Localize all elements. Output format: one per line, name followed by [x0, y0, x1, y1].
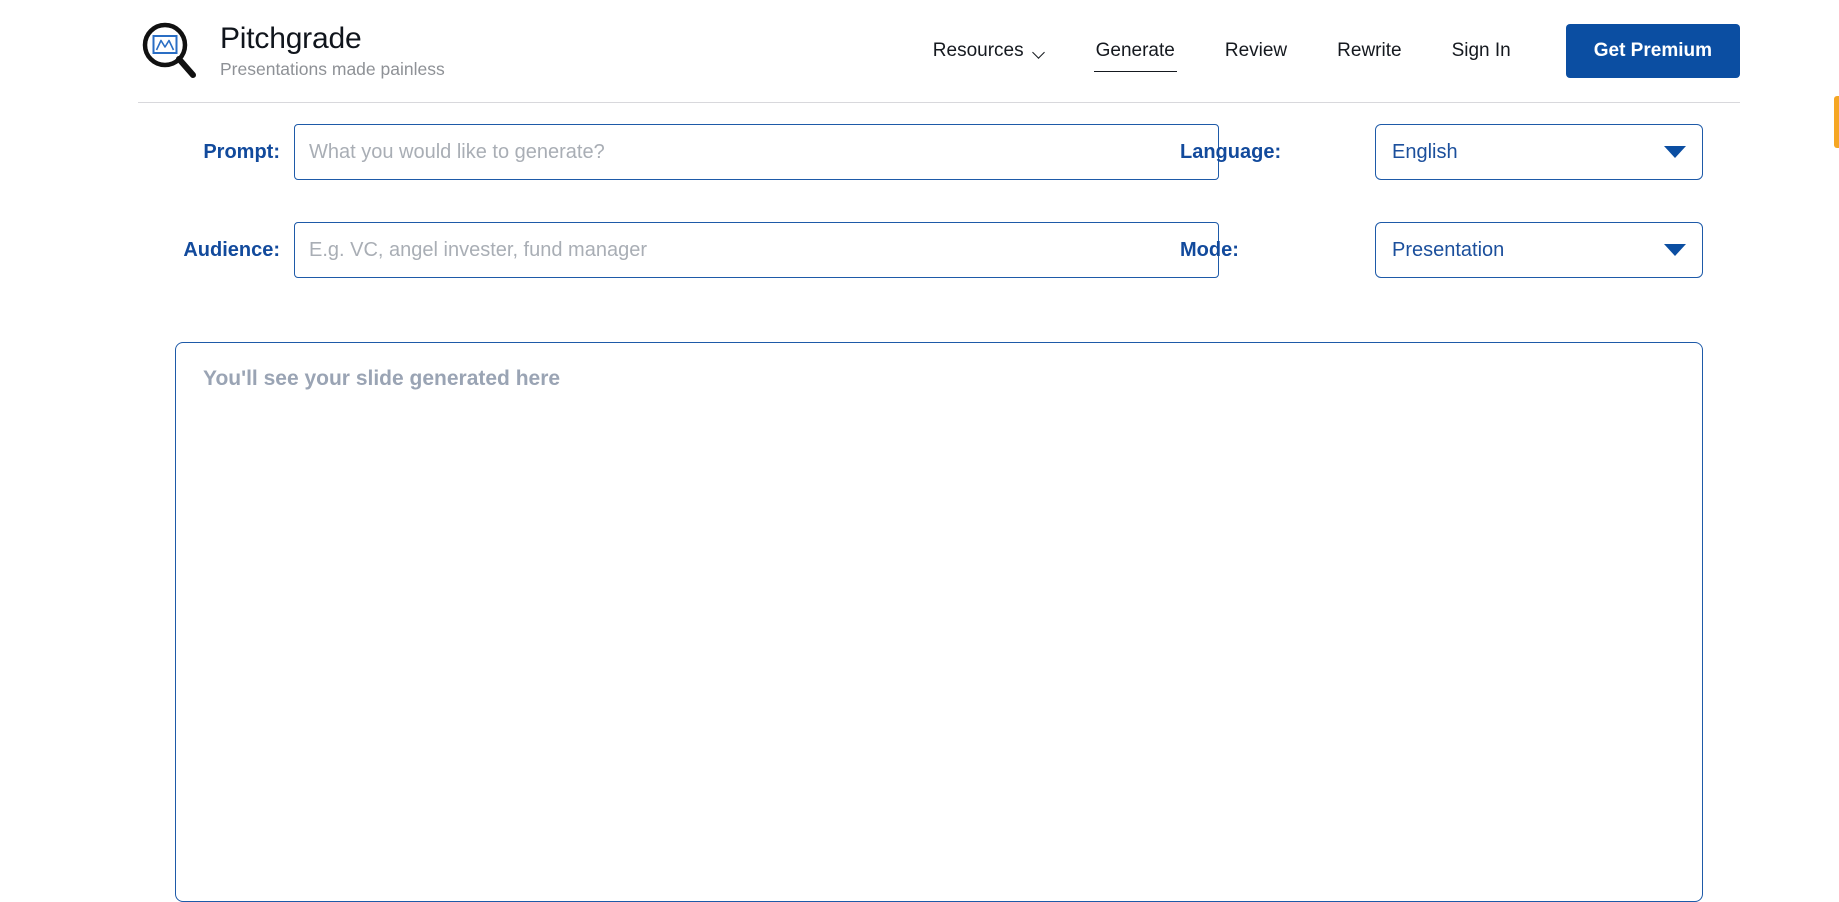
nav-item-label: Generate [1095, 40, 1175, 61]
chevron-down-icon [1033, 48, 1046, 56]
chevron-down-icon [1664, 244, 1686, 256]
audience-input[interactable] [294, 222, 1219, 278]
nav-item-resources[interactable]: Resources [933, 34, 1046, 68]
mode-select[interactable]: Presentation [1375, 222, 1703, 278]
site-header: Pitchgrade Presentations made painless R… [0, 0, 1839, 104]
nav-item-sign-in[interactable]: Sign In [1452, 34, 1511, 68]
mode-select-value: Presentation [1392, 238, 1505, 261]
language-label: Language: [1180, 140, 1282, 163]
brand-text: Pitchgrade Presentations made painless [220, 21, 445, 79]
main-navigation: Resources Generate Review Rewrite Sign I… [908, 0, 1740, 102]
header-inner: Pitchgrade Presentations made painless R… [138, 0, 1740, 103]
slide-preview-panel[interactable]: You'll see your slide generated here [175, 342, 1703, 902]
app-page: Pitchgrade Presentations made painless R… [0, 0, 1839, 902]
brand-logo-link[interactable]: Pitchgrade Presentations made painless [138, 0, 445, 102]
nav-item-label: Review [1224, 40, 1288, 61]
language-select[interactable]: English [1375, 124, 1703, 180]
get-premium-button[interactable]: Get Premium [1565, 24, 1740, 78]
prompt-input[interactable] [294, 124, 1219, 180]
nav-item-generate[interactable]: Generate [1093, 34, 1178, 72]
language-select-value: English [1392, 140, 1458, 163]
slide-preview-placeholder: You'll see your slide generated here [203, 367, 561, 390]
audience-row: Audience: Mode: Presentation [0, 222, 1839, 278]
nav-item-label: Rewrite [1337, 40, 1402, 61]
nav-item-label: Sign In [1451, 40, 1511, 61]
chevron-down-icon [1664, 146, 1686, 158]
nav-item-label: Resources [932, 40, 1024, 61]
nav-item-rewrite[interactable]: Rewrite [1337, 34, 1401, 68]
brand-tagline: Presentations made painless [220, 58, 445, 79]
prompt-row: Prompt: Language: English [0, 124, 1839, 180]
mode-label: Mode: [1180, 238, 1239, 261]
magnifier-chart-icon [138, 19, 202, 83]
prompt-label: Prompt: [203, 140, 280, 163]
audience-label: Audience: [183, 238, 280, 261]
brand-title: Pitchgrade [220, 21, 362, 55]
nav-item-review[interactable]: Review [1225, 34, 1287, 68]
